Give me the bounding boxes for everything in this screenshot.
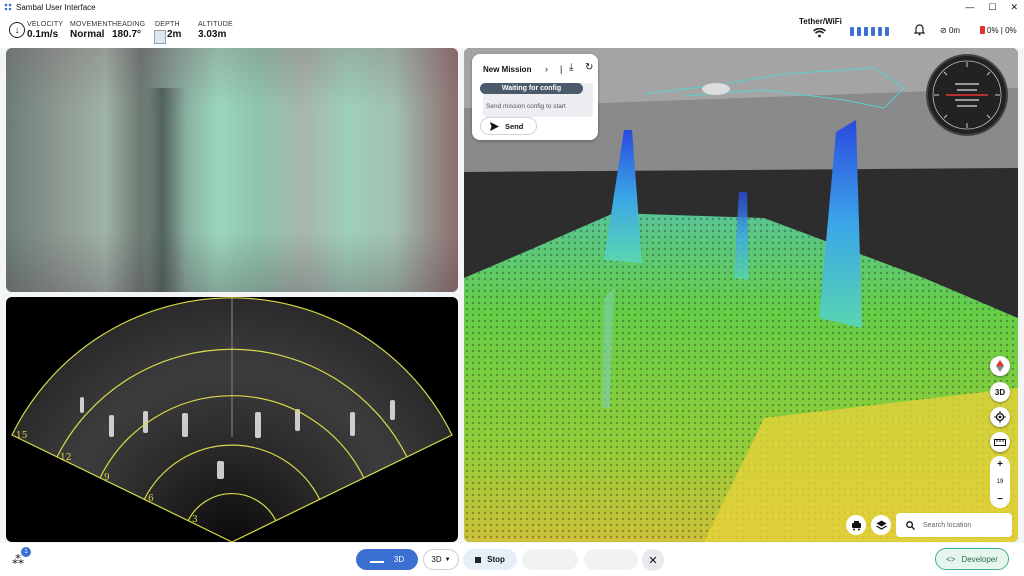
range-label-3: 3 [192,515,198,525]
descend-icon[interactable]: ↓ [9,22,25,38]
vehicle-icon[interactable] [846,515,866,535]
view-3d-primary-button[interactable]: 3D [356,549,418,570]
mission-card: New Mission › | ⤓ ↻ Waiting for config S… [472,54,598,140]
bell-icon[interactable] [913,24,926,39]
search-location-input[interactable]: Search location [896,513,1012,537]
view-mode-dash-icon [369,560,384,563]
wifi-icon [812,27,827,41]
send-icon [490,121,499,131]
altitude-stat: ALTITUDE 3.03m [198,21,233,40]
mission-title[interactable]: New Mission [483,65,531,74]
nofly-value: 0m [948,26,961,35]
minimize-button[interactable]: — [965,0,974,14]
download-icon[interactable]: ⤓ [569,62,573,73]
signal-bar [871,27,875,36]
movement-label: MOVEMENT [70,21,113,28]
heading-stat: HEADING 180.7° [112,21,145,40]
signal-bar [885,27,889,36]
locate-icon[interactable] [990,407,1010,427]
connection-label: Tether/WiFi [799,17,842,26]
developer-label: Developer [961,554,998,564]
disabled-action-button[interactable] [522,549,578,570]
movement-value: Normal [70,29,105,40]
sonar-view[interactable]: 3 6 9 12 15 [6,297,458,542]
layers-icon[interactable] [871,515,891,535]
send-label: Send [505,121,524,131]
separator: | [560,64,563,74]
bottom-toolbar: ⁂ 1 3D 3D ▼ Stop ✕ <> Developer [0,543,1024,576]
heading-value: 180.7° [112,29,142,40]
maximize-button[interactable]: ☐ [988,0,996,14]
velocity-stat: VELOCITY 0.1m/s [27,21,63,40]
caret-down-icon: ▼ [444,556,451,563]
zoom-level: 19 [996,479,1004,485]
developer-button[interactable]: <> Developer [935,548,1009,570]
depth-thumbnail[interactable] [154,30,166,44]
ruler-icon[interactable] [990,432,1010,452]
zoom-in-button[interactable]: + [997,459,1003,470]
search-location-placeholder: Search location [923,521,972,529]
velocity-value: 0.1m/s [27,29,59,40]
signal-bar [857,27,861,36]
close-icon[interactable]: ✕ [642,549,664,571]
camera-shade [6,48,458,292]
nofly-icon: ⊘ [940,26,947,35]
vehicle-marker [702,83,730,95]
signal-bar [878,27,882,36]
view-select-label: 3D [431,555,442,564]
compass-dial [932,60,1002,130]
altitude-value: 3.03m [198,29,227,40]
range-label-9: 9 [104,473,110,483]
refresh-icon[interactable]: ↻ [585,62,593,73]
velocity-label: VELOCITY [27,21,64,28]
point-cloud-map[interactable]: New Mission › | ⤓ ↻ Waiting for config S… [464,48,1018,542]
stop-icon [475,556,482,563]
stop-label: Stop [487,555,505,564]
app-logo-icon [4,3,12,11]
camera-feed[interactable] [6,48,458,292]
chevron-right-icon[interactable]: › [545,64,548,74]
view-3d-primary-label: 3D [393,555,405,564]
send-mission-button[interactable]: Send [480,117,537,135]
stop-button[interactable]: Stop [463,549,517,570]
altitude-label: ALTITUDE [198,21,233,28]
search-icon [906,520,915,530]
mission-status-pill: Waiting for config [480,83,583,94]
telemetry-bar: ↓ VELOCITY 0.1m/s MOVEMENT Normal HEADIN… [0,14,1024,48]
north-compass-button[interactable] [990,356,1010,376]
battery-status: 0% | 0% [980,26,1017,35]
window-title: Sambal User Interface [16,2,96,12]
signal-bar [850,27,854,36]
compass-gauge [926,54,1008,136]
mission-status-desc: Send mission config to start [486,103,566,110]
camera-object [146,88,186,292]
movement-stat: MOVEMENT Normal [70,21,112,40]
heading-label: HEADING [112,21,146,28]
battery-icon [980,26,985,34]
code-icon: <> [946,554,956,564]
zoom-out-button[interactable]: − [997,494,1003,505]
close-window-button[interactable]: ✕ [1010,0,1018,14]
range-label-6: 6 [148,494,154,504]
compass-needle-icon [996,360,1004,372]
view-3d-button[interactable]: 3D [990,382,1010,402]
disabled-action-button[interactable] [584,549,638,570]
depth-label: DEPTH [155,21,180,28]
range-label-15: 15 [16,431,28,441]
battery-value: 0% | 0% [987,26,1017,35]
sonar-fan: 3 6 9 12 15 [11,297,453,542]
agent-count-badge: 1 [21,547,31,557]
range-label-12: 12 [60,453,71,463]
signal-bars [850,27,889,36]
title-bar: Sambal User Interface — ☐ ✕ [0,0,1024,14]
view-select-dropdown[interactable]: 3D ▼ [423,549,459,570]
zoom-control: + 19 − [990,456,1010,508]
nofly-status: ⊘ 0m [940,26,960,35]
signal-bar [864,27,868,36]
